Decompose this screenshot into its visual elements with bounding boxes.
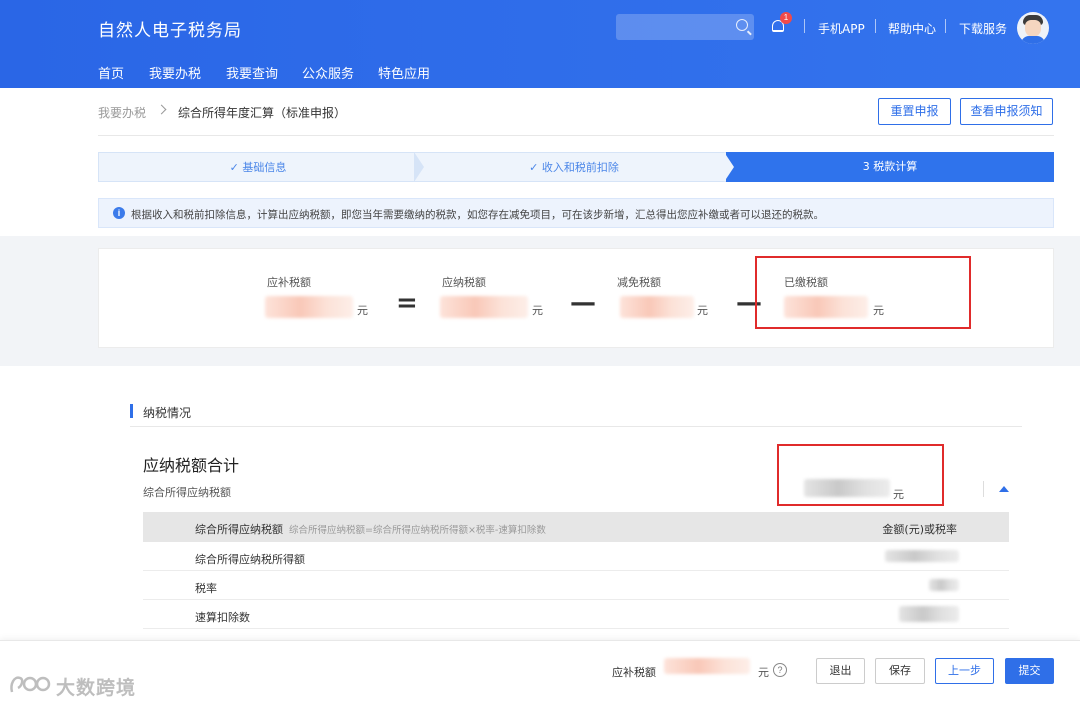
breadcrumb-parent[interactable]: 我要办税 — [98, 104, 146, 121]
divider — [875, 19, 876, 33]
notification-badge: 1 — [780, 12, 792, 24]
reset-declaration-button[interactable]: 重置申报 — [878, 98, 951, 125]
submit-button[interactable]: 提交 — [1005, 658, 1054, 684]
card-subtitle: 综合所得应纳税额 — [143, 486, 231, 499]
info-banner: i 根据收入和税前扣除信息，计算出应纳税额，即您当年需要缴纳的税款，如您存在减免… — [98, 198, 1054, 228]
collapse-caret-icon[interactable] — [999, 486, 1009, 492]
step-chevron — [724, 152, 734, 182]
header-amount-label: 金额(元)或税率 — [882, 523, 957, 536]
divider — [945, 19, 946, 33]
redacted-value — [265, 296, 353, 318]
site-title[interactable]: 自然人电子税务局 — [98, 16, 242, 41]
nav-tax-handling[interactable]: 我要办税 — [149, 63, 201, 82]
table-row: 综合所得应纳税所得额 — [143, 542, 1009, 571]
minus-operator: — — [570, 288, 596, 318]
search-input[interactable] — [616, 14, 754, 40]
unit-label: 元 — [758, 666, 769, 679]
tax-payable-refund-label: 应补税额 — [267, 276, 311, 289]
progress-steps: ✓ 基础信息 ✓ 收入和税前扣除 3 税款计算 — [98, 152, 1054, 182]
tax-relief-label: 减免税额 — [617, 276, 661, 289]
nav-featured-apps[interactable]: 特色应用 — [378, 63, 430, 82]
highlight-box — [777, 444, 944, 506]
user-avatar[interactable] — [1017, 12, 1049, 44]
step-basic-info[interactable]: ✓ 基础信息 — [98, 152, 418, 182]
section-accent-bar — [130, 404, 133, 418]
section-title: 纳税情况 — [143, 406, 192, 420]
previous-step-button[interactable]: 上一步 — [935, 658, 994, 684]
watermark-text: 大数跨境 — [56, 677, 137, 699]
table-row: 税率 — [143, 571, 1009, 600]
redacted-value — [885, 550, 959, 562]
watermark-logo-icon — [10, 676, 51, 693]
equals-operator: = — [396, 288, 418, 318]
row-label: 综合所得应纳税所得额 — [195, 553, 305, 566]
help-icon[interactable]: ? — [773, 663, 787, 677]
unit-label: 元 — [697, 304, 708, 317]
table-header: 综合所得应纳税额 综合所得应纳税额=综合所得应纳税所得额×税率-速算扣除数 金额(… — [143, 512, 1009, 542]
help-center-link[interactable]: 帮助中心 — [888, 20, 936, 37]
view-notice-button[interactable]: 查看申报须知 — [960, 98, 1053, 125]
redacted-value — [929, 579, 959, 591]
exit-button[interactable]: 退出 — [816, 658, 865, 684]
step-chevron — [414, 152, 424, 182]
tax-payable-label: 应纳税额 — [442, 276, 486, 289]
unit-label: 元 — [532, 304, 543, 317]
download-service-link[interactable]: 下载服务 — [959, 20, 1007, 37]
unit-label: 元 — [357, 304, 368, 317]
row-label: 税率 — [195, 582, 217, 595]
mobile-app-link[interactable]: 手机APP — [818, 20, 865, 37]
search-icon[interactable] — [736, 19, 748, 31]
nav-query[interactable]: 我要查询 — [226, 63, 278, 82]
divider — [98, 135, 1054, 136]
watermark: 大数跨境 — [8, 668, 148, 702]
card-title: 应纳税额合计 — [143, 456, 240, 475]
breadcrumb-current: 综合所得年度汇算（标准申报） — [178, 106, 347, 120]
footer-tax-label: 应补税额 — [612, 666, 656, 679]
divider — [130, 426, 1022, 427]
nav-home[interactable]: 首页 — [98, 63, 124, 82]
redacted-value — [440, 296, 528, 318]
nav-public-service[interactable]: 公众服务 — [302, 63, 354, 82]
save-button[interactable]: 保存 — [875, 658, 925, 684]
redacted-value — [899, 606, 959, 622]
redacted-value — [620, 296, 694, 318]
notification-bell-icon[interactable]: 1 — [770, 12, 792, 34]
redacted-value — [664, 658, 750, 674]
divider — [983, 481, 984, 497]
header-label: 综合所得应纳税额 综合所得应纳税额=综合所得应纳税所得额×税率-速算扣除数 — [195, 523, 546, 536]
step-income-deduction[interactable]: ✓ 收入和税前扣除 — [414, 152, 734, 182]
formula-note: 综合所得应纳税额=综合所得应纳税所得额×税率-速算扣除数 — [289, 525, 546, 536]
table-row: 速算扣除数 — [143, 600, 1009, 629]
info-icon: i — [113, 207, 125, 219]
row-label: 速算扣除数 — [195, 611, 250, 624]
info-text: 根据收入和税前扣除信息，计算出应纳税额，即您当年需要缴纳的税款，如您存在减免项目… — [131, 209, 824, 221]
step-tax-calculation[interactable]: 3 税款计算 — [726, 152, 1054, 182]
highlight-box — [755, 256, 971, 329]
divider — [804, 19, 805, 33]
